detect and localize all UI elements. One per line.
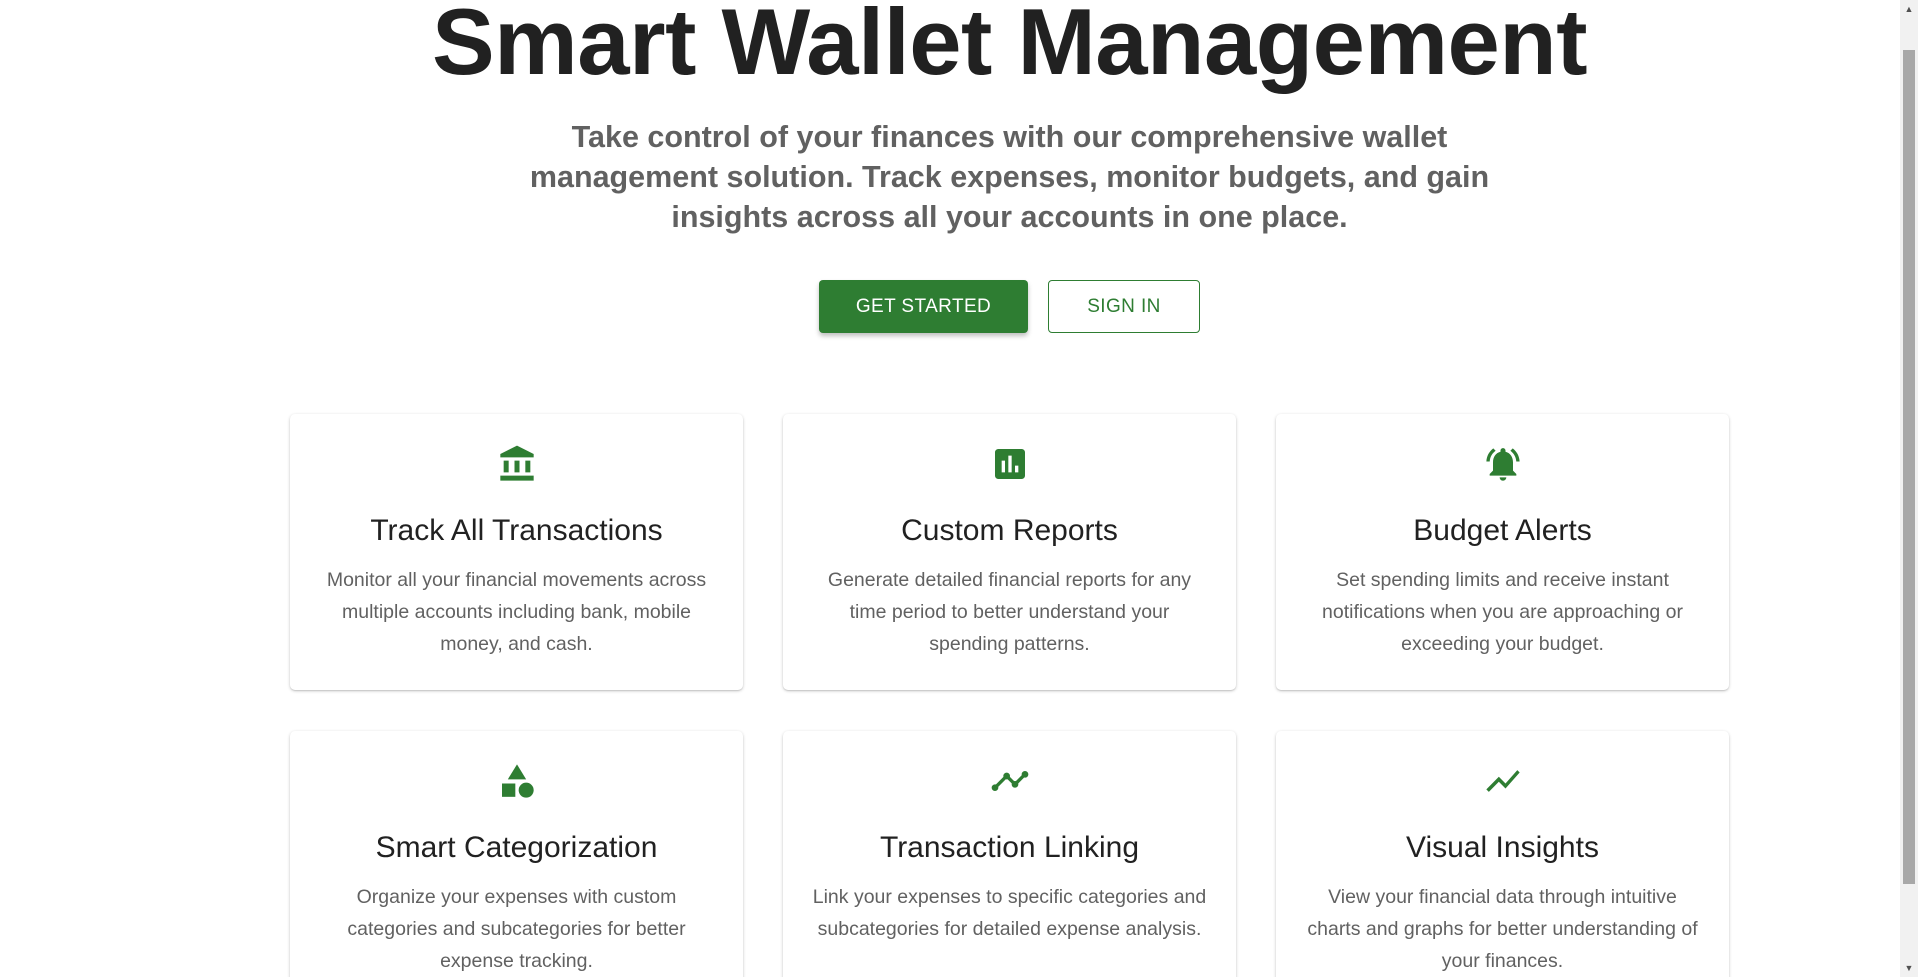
feature-title: Custom Reports [901, 514, 1118, 547]
feature-card-track-transactions: Track All Transactions Monitor all your … [290, 414, 743, 690]
feature-card-smart-categorization: Smart Categorization Organize your expen… [290, 731, 743, 977]
sign-in-button[interactable]: SIGN IN [1048, 280, 1200, 333]
feature-description: Generate detailed financial reports for … [827, 569, 1192, 655]
feature-description: Monitor all your financial movements acr… [326, 569, 707, 655]
feature-title: Budget Alerts [1413, 514, 1592, 547]
feature-title: Transaction Linking [879, 831, 1140, 864]
feature-description: Link your expenses to specific categorie… [812, 886, 1207, 940]
get-started-button[interactable]: GET STARTED [819, 280, 1028, 333]
trending-line-icon [1483, 761, 1523, 801]
landing-page: Smart Wallet Management Take control of … [0, 0, 1900, 977]
feature-title: Smart Categorization [375, 831, 658, 864]
scroll-down-arrow-icon[interactable]: ▼ [1900, 959, 1918, 977]
feature-description: Organize your expenses with custom categ… [347, 886, 686, 972]
alarm-bell-icon [1483, 444, 1523, 484]
bar-chart-icon [990, 444, 1030, 484]
feature-card-transaction-linking: Transaction Linking Link your expenses t… [783, 731, 1236, 977]
feature-card-visual-insights: Visual Insights View your financial data… [1276, 731, 1729, 977]
bank-icon [497, 444, 537, 484]
feature-card-custom-reports: Custom Reports Generate detailed financi… [783, 414, 1236, 690]
scrollbar-thumb[interactable] [1903, 50, 1915, 884]
feature-description: View your financial data through intuiti… [1307, 886, 1698, 972]
scroll-up-arrow-icon[interactable]: ▲ [1900, 0, 1918, 18]
feature-title: Visual Insights [1406, 831, 1599, 864]
hero-subtitle: Take control of your finances with our c… [529, 120, 1490, 234]
feature-card-budget-alerts: Budget Alerts Set spending limits and re… [1276, 414, 1729, 690]
feature-description: Set spending limits and receive instant … [1322, 569, 1683, 655]
feature-title: Track All Transactions [370, 514, 663, 547]
category-shapes-icon [497, 761, 537, 801]
linked-points-icon [990, 761, 1030, 801]
hero-title: Smart Wallet Management [431, 0, 1588, 94]
